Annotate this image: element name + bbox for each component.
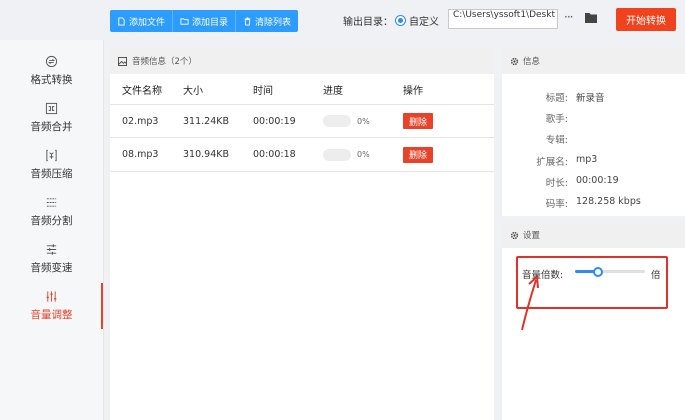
info-row-bitrate: 码率: 128.258 kbps (502, 196, 685, 210)
column-header: 操作 (403, 85, 423, 97)
info-row-title: 标题: 新录音 (502, 90, 685, 104)
settings-header: 设置 (502, 222, 685, 248)
file-name-cell: 02.mp3 (122, 115, 159, 127)
column-header: 文件名称 (122, 85, 162, 97)
progress-value: 0% (357, 116, 370, 126)
file-icon (118, 16, 125, 26)
delete-button[interactable]: 删除 (403, 146, 433, 163)
sidebar: 格式转换 音频合并 音频压缩 音频分割 音频变速 音量调整 (0, 40, 104, 420)
file-size-cell: 311.24KB (183, 115, 229, 127)
audio-compress-icon (46, 149, 57, 162)
output-dir-label: 输出目录： (343, 17, 393, 28)
open-folder-icon[interactable] (584, 11, 598, 24)
sidebar-item-format-convert[interactable]: 格式转换 (0, 48, 103, 94)
info-row-album: 专辑: (502, 132, 685, 146)
action-cell: 删除 (403, 146, 463, 163)
output-path-text: C:\Users\yssoft1\Deskt (453, 10, 555, 20)
column-header: 进度 (323, 85, 343, 97)
browse-more-button[interactable]: ··· (564, 10, 574, 24)
add-directory-button[interactable]: 添加目录 (173, 10, 237, 32)
clear-list-button[interactable]: 清除列表 (236, 10, 298, 32)
add-file-button[interactable]: 添加文件 (110, 10, 174, 32)
file-name-cell: 08.mp3 (122, 149, 159, 160)
info-row-artist: 歌手: (502, 111, 685, 125)
volume-adjust-icon (46, 291, 57, 302)
column-header: 大小 (183, 85, 203, 97)
info-key: 时长: (545, 178, 568, 189)
info-key: 标题: (545, 93, 568, 104)
sidebar-item-label: 音频压缩 (30, 168, 73, 180)
info-header: 信息 (502, 48, 685, 74)
audio-split-icon (46, 198, 57, 207)
info-key: 码率: (545, 199, 568, 210)
file-time-cell: 00:00:18 (253, 149, 296, 160)
file-table-body: 02.mp3 311.24KB 00:00:19 0% 删除 08.mp3 31… (110, 104, 494, 172)
sidebar-item-audio-merge[interactable]: 音频合并 (0, 95, 103, 141)
progress-cell: 0% (323, 148, 403, 161)
column-header: 时间 (253, 85, 273, 97)
sidebar-item-audio-compress[interactable]: 音频压缩 (0, 142, 103, 188)
clear-list-label: 清除列表 (255, 17, 292, 28)
gear-icon (510, 231, 519, 239)
progress-value: 0% (357, 150, 370, 159)
table-header: 文件名称 大小 时间 进度 操作 (110, 74, 494, 104)
table-row[interactable]: 08.mp3 310.94KB 00:00:18 0% 删除 (110, 138, 494, 172)
sidebar-item-volume-adjust[interactable]: 音量调整 (0, 283, 103, 329)
audio-speed-icon (46, 244, 57, 255)
info-value: mp3 (576, 154, 598, 165)
file-info-panel: 信息 标题: 新录音 歌手: 专辑: 扩展名: mp3 时长: 00:00:19… (502, 48, 685, 216)
info-value (568, 132, 576, 146)
info-value (568, 111, 576, 125)
output-path-input[interactable]: C:\Users\yssoft1\Deskt (448, 9, 558, 29)
info-row-extension: 扩展名: mp3 (502, 154, 685, 168)
sidebar-item-label: 格式转换 (30, 74, 73, 86)
info-key: 歌手: (545, 114, 568, 125)
info-value: 128.258 kbps (576, 196, 641, 207)
info-row-duration: 时长: 00:00:19 (502, 175, 685, 189)
info-value: 00:00:19 (576, 175, 619, 186)
info-value: 新录音 (576, 93, 605, 104)
sidebar-item-audio-split[interactable]: 音频分割 (0, 189, 103, 235)
info-key: 扩展名: (536, 157, 568, 168)
audio-merge-icon (45, 102, 58, 115)
settings-title: 设置 (523, 231, 541, 241)
radio-selected-icon (395, 15, 406, 26)
start-convert-button[interactable]: 开始转换 (616, 8, 676, 31)
sidebar-item-label: 音频分割 (30, 215, 73, 227)
trash-icon (244, 16, 251, 26)
table-row[interactable]: 02.mp3 311.24KB 00:00:19 0% 删除 (110, 104, 494, 138)
sidebar-item-label: 音频合并 (30, 121, 73, 133)
audio-info-title: 音频信息（2个） (132, 57, 197, 67)
action-cell: 删除 (403, 113, 463, 129)
annotation-arrow-icon (521, 274, 539, 331)
add-directory-label: 添加目录 (192, 17, 229, 28)
audio-info-panel: 音频信息（2个） 文件名称 大小 时间 进度 操作 02.mp3 311.24K… (110, 48, 494, 420)
progress-bar (323, 115, 351, 127)
info-title: 信息 (523, 57, 541, 67)
info-key: 专辑: (545, 135, 568, 146)
file-size-cell: 310.94KB (183, 149, 229, 160)
custom-output-radio[interactable]: 自定义 (395, 13, 439, 28)
sidebar-item-label: 音量调整 (30, 309, 73, 321)
progress-bar (323, 148, 351, 161)
file-button-group: 添加文件 添加目录 清除列表 (110, 10, 299, 32)
audio-info-header: 音频信息（2个） (110, 48, 494, 74)
delete-button[interactable]: 删除 (403, 113, 433, 129)
file-time-cell: 00:00:19 (253, 115, 296, 127)
add-file-label: 添加文件 (129, 17, 166, 28)
format-convert-icon (45, 55, 58, 68)
progress-cell: 0% (323, 115, 403, 127)
top-toolbar: 添加文件 添加目录 清除列表 输出目录： 自定义 C:\Users\yssoft… (0, 0, 685, 40)
sidebar-item-label: 音频变速 (30, 262, 73, 274)
image-icon (118, 56, 127, 66)
folder-icon (180, 17, 189, 25)
custom-option-label: 自定义 (409, 17, 439, 28)
gear-icon (510, 57, 519, 65)
sidebar-item-audio-speed[interactable]: 音频变速 (0, 236, 103, 282)
